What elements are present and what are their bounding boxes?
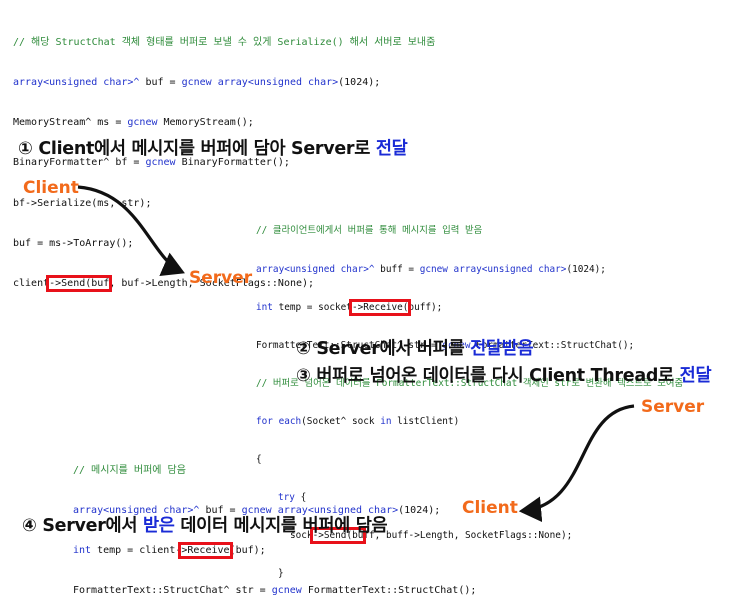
receive-highlight-box: ->Receive( bbox=[348, 298, 412, 316]
code-line: array<unsigned char>^ buff = gcnew array… bbox=[256, 263, 606, 275]
code-comment: // 메시지를 버퍼에 담음 bbox=[73, 464, 186, 476]
code-line: for each(Socket^ sock in listClient) bbox=[256, 415, 460, 427]
step-4-caption: ④ Server에서 받은 데이터 메시지를 버퍼에 담음 bbox=[22, 516, 388, 536]
step-4-number: ④ bbox=[22, 516, 37, 536]
code-line: int temp = socket->Receive(buff); bbox=[256, 298, 443, 316]
receive-highlight-box: >Receive bbox=[178, 542, 233, 560]
client-to-server-arrow bbox=[77, 185, 185, 276]
code-comment: // 클라이언트에게서 버퍼를 통해 메시지를 입력 받음 bbox=[256, 225, 483, 237]
code-line: int temp = client->Receive(buf); bbox=[73, 542, 266, 560]
step-3-caption: ③ 버퍼로 넘어온 데이터를 다시 Client Thread로 전달 bbox=[296, 366, 712, 386]
step-2-number: ② bbox=[296, 339, 311, 359]
step-3-number: ③ bbox=[296, 366, 311, 386]
code-line: FormatterText::StructChat^ str = gcnew F… bbox=[73, 585, 477, 597]
step-2-caption: ② Server에서 버퍼를 전달받음 bbox=[296, 339, 534, 359]
